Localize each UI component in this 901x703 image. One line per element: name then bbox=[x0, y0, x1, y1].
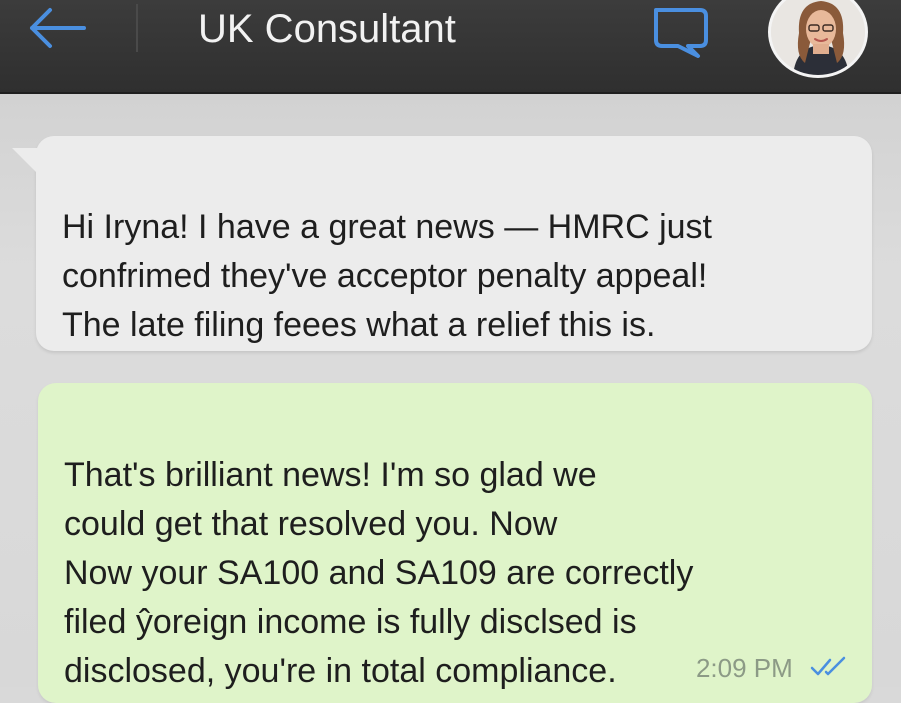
header-divider bbox=[136, 4, 138, 52]
double-check-icon bbox=[810, 646, 850, 695]
person-photo-icon bbox=[771, 0, 865, 75]
chat-button[interactable] bbox=[648, 4, 716, 58]
message-time: 2:09 PM bbox=[695, 653, 793, 684]
chat-header: UK Consultant bbox=[0, 0, 901, 94]
message-meta: 2:09 PM bbox=[696, 644, 850, 695]
contact-name[interactable]: UK Consultant bbox=[198, 3, 456, 55]
message-text: Hi Iryna! I have a great news — HMRC jus… bbox=[62, 208, 713, 344]
chat-bubble-icon bbox=[654, 8, 708, 58]
message-text: That's brilliant news! I'm so glad we co… bbox=[64, 456, 694, 690]
contact-avatar[interactable] bbox=[768, 0, 868, 78]
back-button[interactable] bbox=[20, 4, 100, 52]
outgoing-message[interactable]: That's brilliant news! I'm so glad we co… bbox=[38, 383, 872, 703]
incoming-message[interactable]: Hi Iryna! I have a great news — HMRC jus… bbox=[12, 136, 872, 351]
message-list[interactable]: Hi Iryna! I have a great news — HMRC jus… bbox=[0, 94, 901, 703]
arrow-left-icon bbox=[30, 8, 86, 48]
